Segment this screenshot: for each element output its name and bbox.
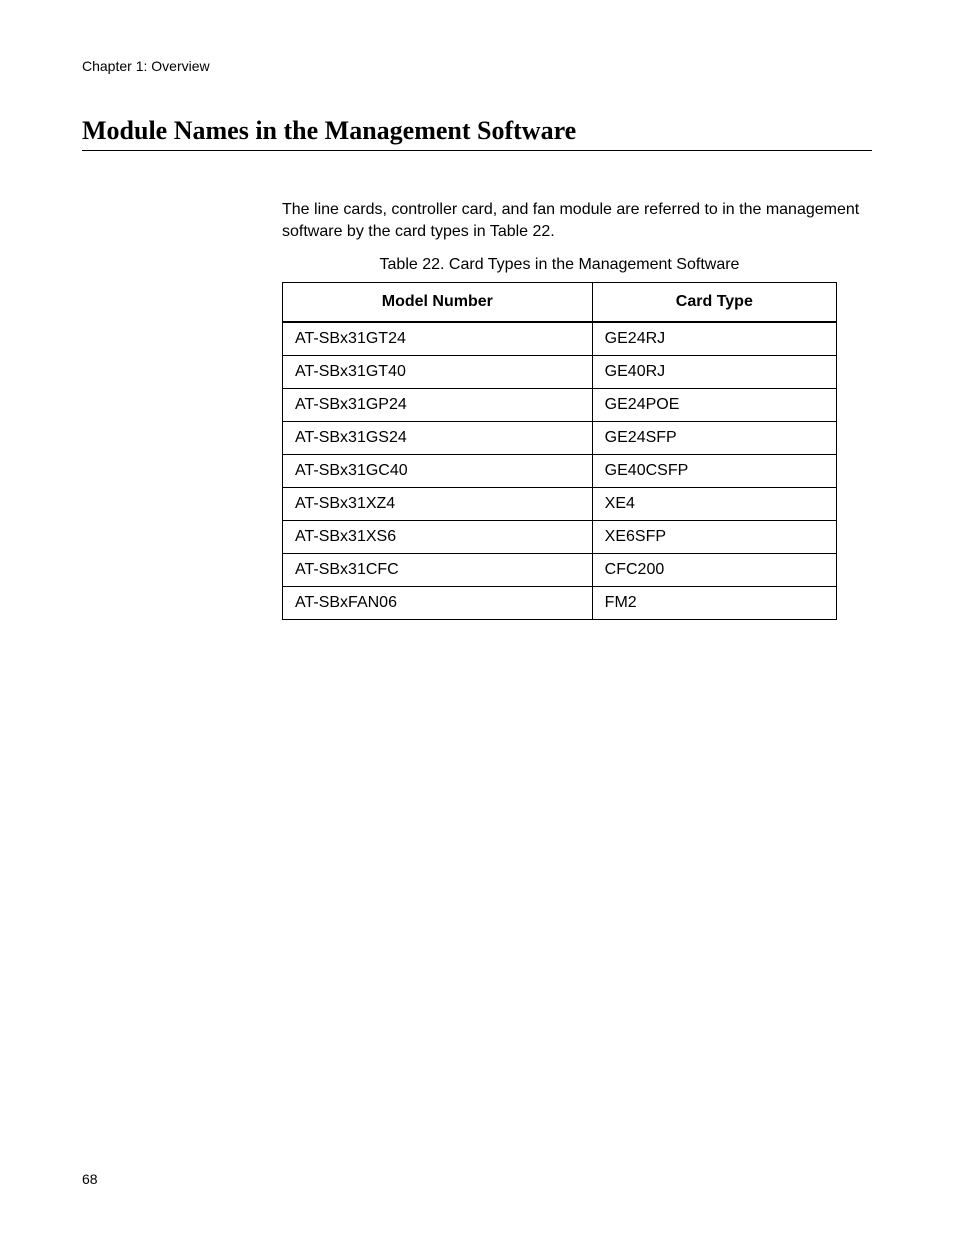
table-cell-card: GE24SFP <box>592 421 836 454</box>
table-row: AT-SBx31XS6 XE6SFP <box>283 520 837 553</box>
table-row: AT-SBx31GC40 GE40CSFP <box>283 454 837 487</box>
table-cell-model: AT-SBx31CFC <box>283 553 593 586</box>
table-cell-model: AT-SBx31XZ4 <box>283 487 593 520</box>
table-cell-card: GE40RJ <box>592 355 836 388</box>
table-cell-card: XE6SFP <box>592 520 836 553</box>
table-header-model: Model Number <box>283 282 593 322</box>
chapter-header: Chapter 1: Overview <box>82 58 872 74</box>
table-cell-model: AT-SBx31GC40 <box>283 454 593 487</box>
table-cell-card: FM2 <box>592 586 836 619</box>
table-cell-card: XE4 <box>592 487 836 520</box>
table-cell-card: GE24RJ <box>592 322 836 356</box>
table-cell-model: AT-SBx31GS24 <box>283 421 593 454</box>
section-title: Module Names in the Management Software <box>82 116 872 151</box>
table-row: AT-SBx31GS24 GE24SFP <box>283 421 837 454</box>
table-cell-card: GE40CSFP <box>592 454 836 487</box>
table-caption: Table 22. Card Types in the Management S… <box>282 256 837 274</box>
table-row: AT-SBx31GP24 GE24POE <box>283 388 837 421</box>
table-row: AT-SBx31XZ4 XE4 <box>283 487 837 520</box>
page-number: 68 <box>82 1171 98 1187</box>
body-paragraph: The line cards, controller card, and fan… <box>282 199 872 244</box>
table-cell-model: AT-SBx31XS6 <box>283 520 593 553</box>
table-cell-model: AT-SBxFAN06 <box>283 586 593 619</box>
table-row: AT-SBx31CFC CFC200 <box>283 553 837 586</box>
table-cell-model: AT-SBx31GP24 <box>283 388 593 421</box>
table-row: AT-SBx31GT40 GE40RJ <box>283 355 837 388</box>
table-header-row: Model Number Card Type <box>283 282 837 322</box>
table-cell-card: CFC200 <box>592 553 836 586</box>
table-cell-card: GE24POE <box>592 388 836 421</box>
table-row: AT-SBx31GT24 GE24RJ <box>283 322 837 356</box>
table-cell-model: AT-SBx31GT40 <box>283 355 593 388</box>
table-row: AT-SBxFAN06 FM2 <box>283 586 837 619</box>
card-types-table: Model Number Card Type AT-SBx31GT24 GE24… <box>282 282 837 620</box>
table-cell-model: AT-SBx31GT24 <box>283 322 593 356</box>
table-header-cardtype: Card Type <box>592 282 836 322</box>
